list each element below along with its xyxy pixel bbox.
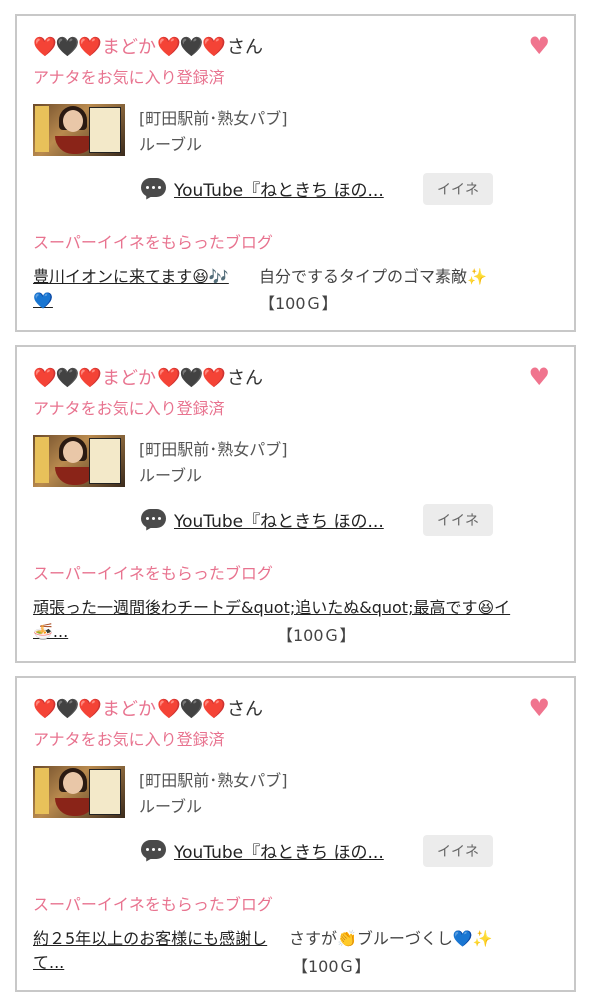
user-name-prefix: ❤️🖤❤️: [33, 35, 102, 58]
favorite-card: ❤️🖤❤️ まどか ❤️🖤❤️ さん ♥ アナタをお気に入り登録済 [町田駅前･…: [15, 676, 576, 992]
youtube-thumbnail[interactable]: [33, 104, 125, 156]
user-name[interactable]: まどか: [102, 364, 156, 390]
blog-title-link[interactable]: 約２5年以上のお客様にも感謝して...: [33, 927, 283, 975]
favorite-card: ❤️🖤❤️ まどか ❤️🖤❤️ さん ♥ アナタをお気に入り登録済 [町田駅前･…: [15, 14, 576, 332]
like-button[interactable]: イイネ: [423, 504, 493, 536]
shop-info: [町田駅前･熟女パブ] ルーブル: [139, 768, 288, 820]
chat-bubble-icon: [141, 508, 166, 533]
heart-icon[interactable]: ♥: [528, 32, 550, 60]
blog-description: さすが👏ブルーづくし💙✨: [289, 929, 493, 948]
shop-info: [町田駅前･熟女パブ] ルーブル: [139, 106, 288, 158]
shop-area: [町田駅前･熟女パブ]: [139, 771, 288, 790]
heart-icon[interactable]: ♥: [528, 694, 550, 722]
honorific: さん: [226, 699, 263, 720]
user-name-row[interactable]: ❤️🖤❤️ まどか ❤️🖤❤️ さん: [33, 33, 263, 59]
youtube-thumbnail[interactable]: [33, 435, 125, 487]
youtube-row: YouTube『ねときち ほの...: [141, 507, 384, 533]
super-like-label: スーパーイイネをもらったブログ: [33, 564, 273, 583]
shop-name: ルーブル: [139, 466, 203, 485]
user-name[interactable]: まどか: [102, 695, 156, 721]
chat-bubble-icon: [141, 177, 166, 202]
blog-description: 自分でするタイプのゴマ素敵✨: [259, 267, 487, 286]
shop-area: [町田駅前･熟女パブ]: [139, 109, 288, 128]
blog-price: 【100Ｇ】: [277, 626, 356, 645]
blog-price: 【100Ｇ】: [292, 957, 371, 976]
shop-area: [町田駅前･熟女パブ]: [139, 440, 288, 459]
user-name-prefix: ❤️🖤❤️: [33, 697, 102, 720]
chat-bubble-icon: [141, 839, 166, 864]
favorite-card: ❤️🖤❤️ まどか ❤️🖤❤️ さん ♥ アナタをお気に入り登録済 [町田駅前･…: [15, 345, 576, 663]
favorite-status: アナタをお気に入り登録済: [33, 730, 225, 749]
like-button[interactable]: イイネ: [423, 835, 493, 867]
favorite-status: アナタをお気に入り登録済: [33, 68, 225, 87]
shop-name: ルーブル: [139, 797, 203, 816]
user-name-suffix: ❤️🖤❤️: [156, 697, 226, 720]
honorific: さん: [226, 368, 263, 389]
super-like-label: スーパーイイネをもらったブログ: [33, 233, 273, 252]
super-like-label: スーパーイイネをもらったブログ: [33, 895, 273, 914]
user-name-row[interactable]: ❤️🖤❤️ まどか ❤️🖤❤️ さん: [33, 364, 263, 390]
youtube-thumbnail[interactable]: [33, 766, 125, 818]
youtube-row: YouTube『ねときち ほの...: [141, 838, 384, 864]
user-name-suffix: ❤️🖤❤️: [156, 35, 226, 58]
youtube-link[interactable]: YouTube『ねときち ほの...: [174, 838, 384, 863]
honorific: さん: [226, 37, 263, 58]
user-name-row[interactable]: ❤️🖤❤️ まどか ❤️🖤❤️ さん: [33, 695, 263, 721]
blog-price: 【100Ｇ】: [259, 294, 338, 313]
user-name[interactable]: まどか: [102, 33, 156, 59]
favorite-status: アナタをお気に入り登録済: [33, 399, 225, 418]
youtube-link[interactable]: YouTube『ねときち ほの...: [174, 507, 384, 532]
user-name-prefix: ❤️🖤❤️: [33, 366, 102, 389]
heart-icon[interactable]: ♥: [528, 363, 550, 391]
youtube-row: YouTube『ねときち ほの...: [141, 176, 384, 202]
blog-title-link[interactable]: 豊川イオンに来てます😆🎶💙: [33, 265, 245, 313]
youtube-link[interactable]: YouTube『ねときち ほの...: [174, 176, 384, 201]
shop-name: ルーブル: [139, 135, 203, 154]
like-button[interactable]: イイネ: [423, 173, 493, 205]
shop-info: [町田駅前･熟女パブ] ルーブル: [139, 437, 288, 489]
user-name-suffix: ❤️🖤❤️: [156, 366, 226, 389]
